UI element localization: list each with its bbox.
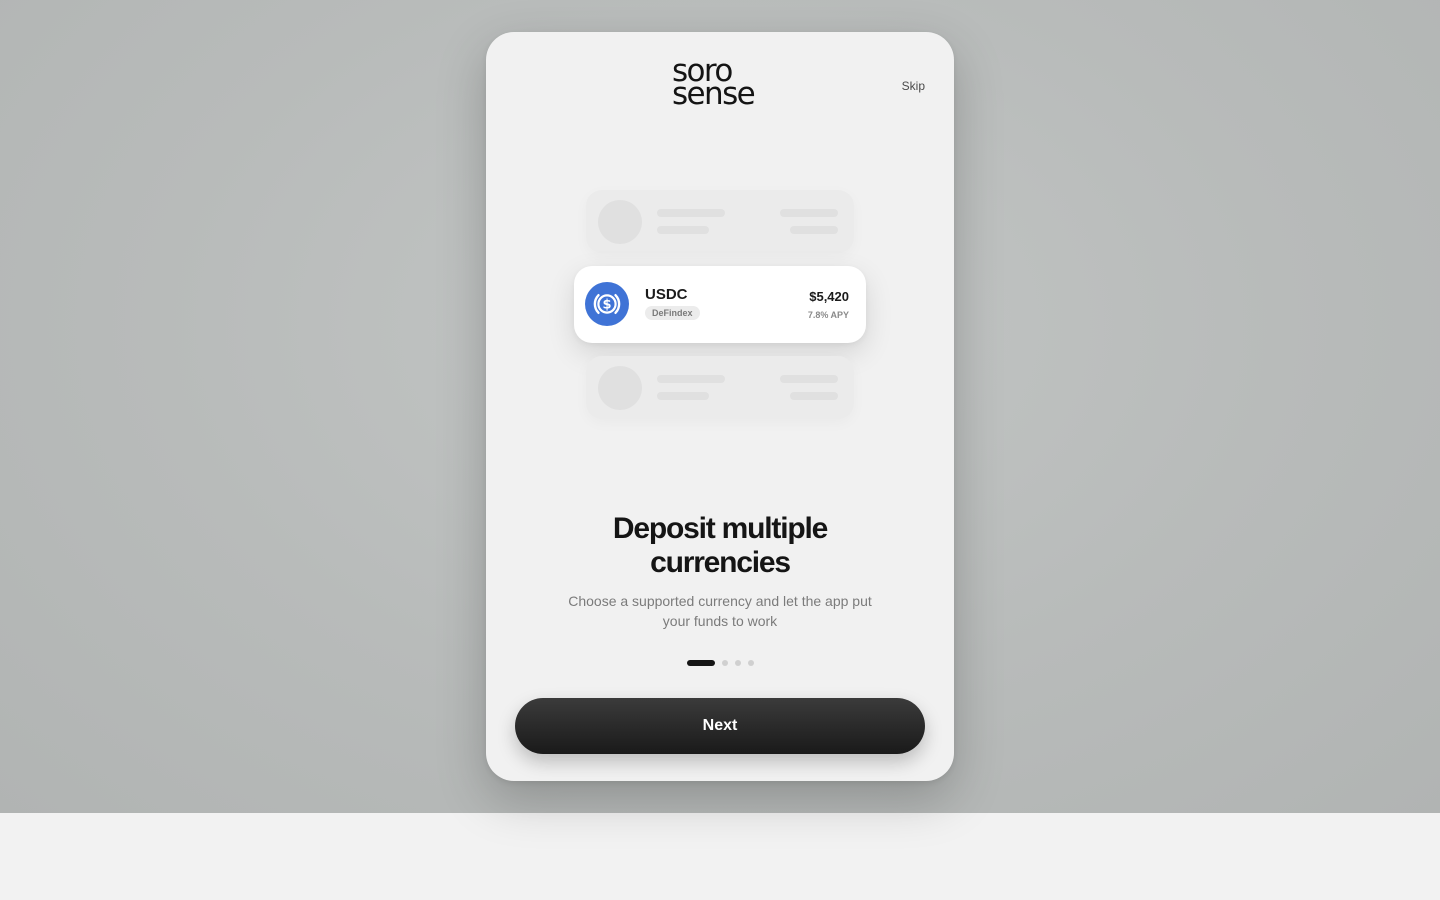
placeholder-bar — [780, 209, 838, 217]
onboarding-title: Deposit multiple currencies — [580, 512, 860, 580]
next-button[interactable]: Next — [515, 698, 925, 754]
asset-card-usdc[interactable]: $ USDC DeFindex $5,420 7.8% APY — [574, 266, 866, 343]
page-dot[interactable] — [722, 660, 728, 666]
brand-logo: soro sense — [672, 56, 772, 112]
page-indicator — [687, 660, 754, 666]
placeholder-asset-row — [586, 356, 854, 419]
usdc-icon: $ — [585, 282, 629, 326]
subtitle-line-2: your funds to work — [662, 613, 778, 629]
asset-apy: 7.8% APY — [807, 310, 849, 320]
onboarding-subtitle: Choose a supported currency and let the … — [560, 591, 880, 631]
placeholder-avatar — [598, 200, 642, 244]
onboarding-card: soro sense Skip $ USDC DeFindex $5,420 7… — [486, 32, 954, 781]
title-line-2: currencies — [650, 546, 791, 579]
placeholder-avatar — [598, 366, 642, 410]
logo-line-2: sense — [672, 76, 756, 112]
skip-button[interactable]: Skip — [902, 79, 925, 93]
svg-text:$: $ — [602, 298, 611, 313]
protocol-badge: DeFindex — [645, 306, 700, 320]
page-dot-active[interactable] — [687, 660, 715, 666]
page-dot[interactable] — [748, 660, 754, 666]
page-dot[interactable] — [735, 660, 741, 666]
placeholder-bar — [780, 375, 838, 383]
placeholder-bar — [657, 209, 725, 217]
placeholder-bar — [790, 226, 838, 234]
subtitle-line-1: Choose a supported currency and let the … — [568, 593, 872, 609]
placeholder-bar — [657, 226, 709, 234]
placeholder-bar — [657, 375, 725, 383]
title-line-1: Deposit multiple — [612, 512, 828, 545]
placeholder-bar — [790, 392, 838, 400]
asset-name: USDC — [645, 286, 688, 303]
placeholder-bar — [657, 392, 709, 400]
placeholder-asset-row — [586, 190, 854, 253]
asset-balance: $5,420 — [809, 289, 849, 304]
